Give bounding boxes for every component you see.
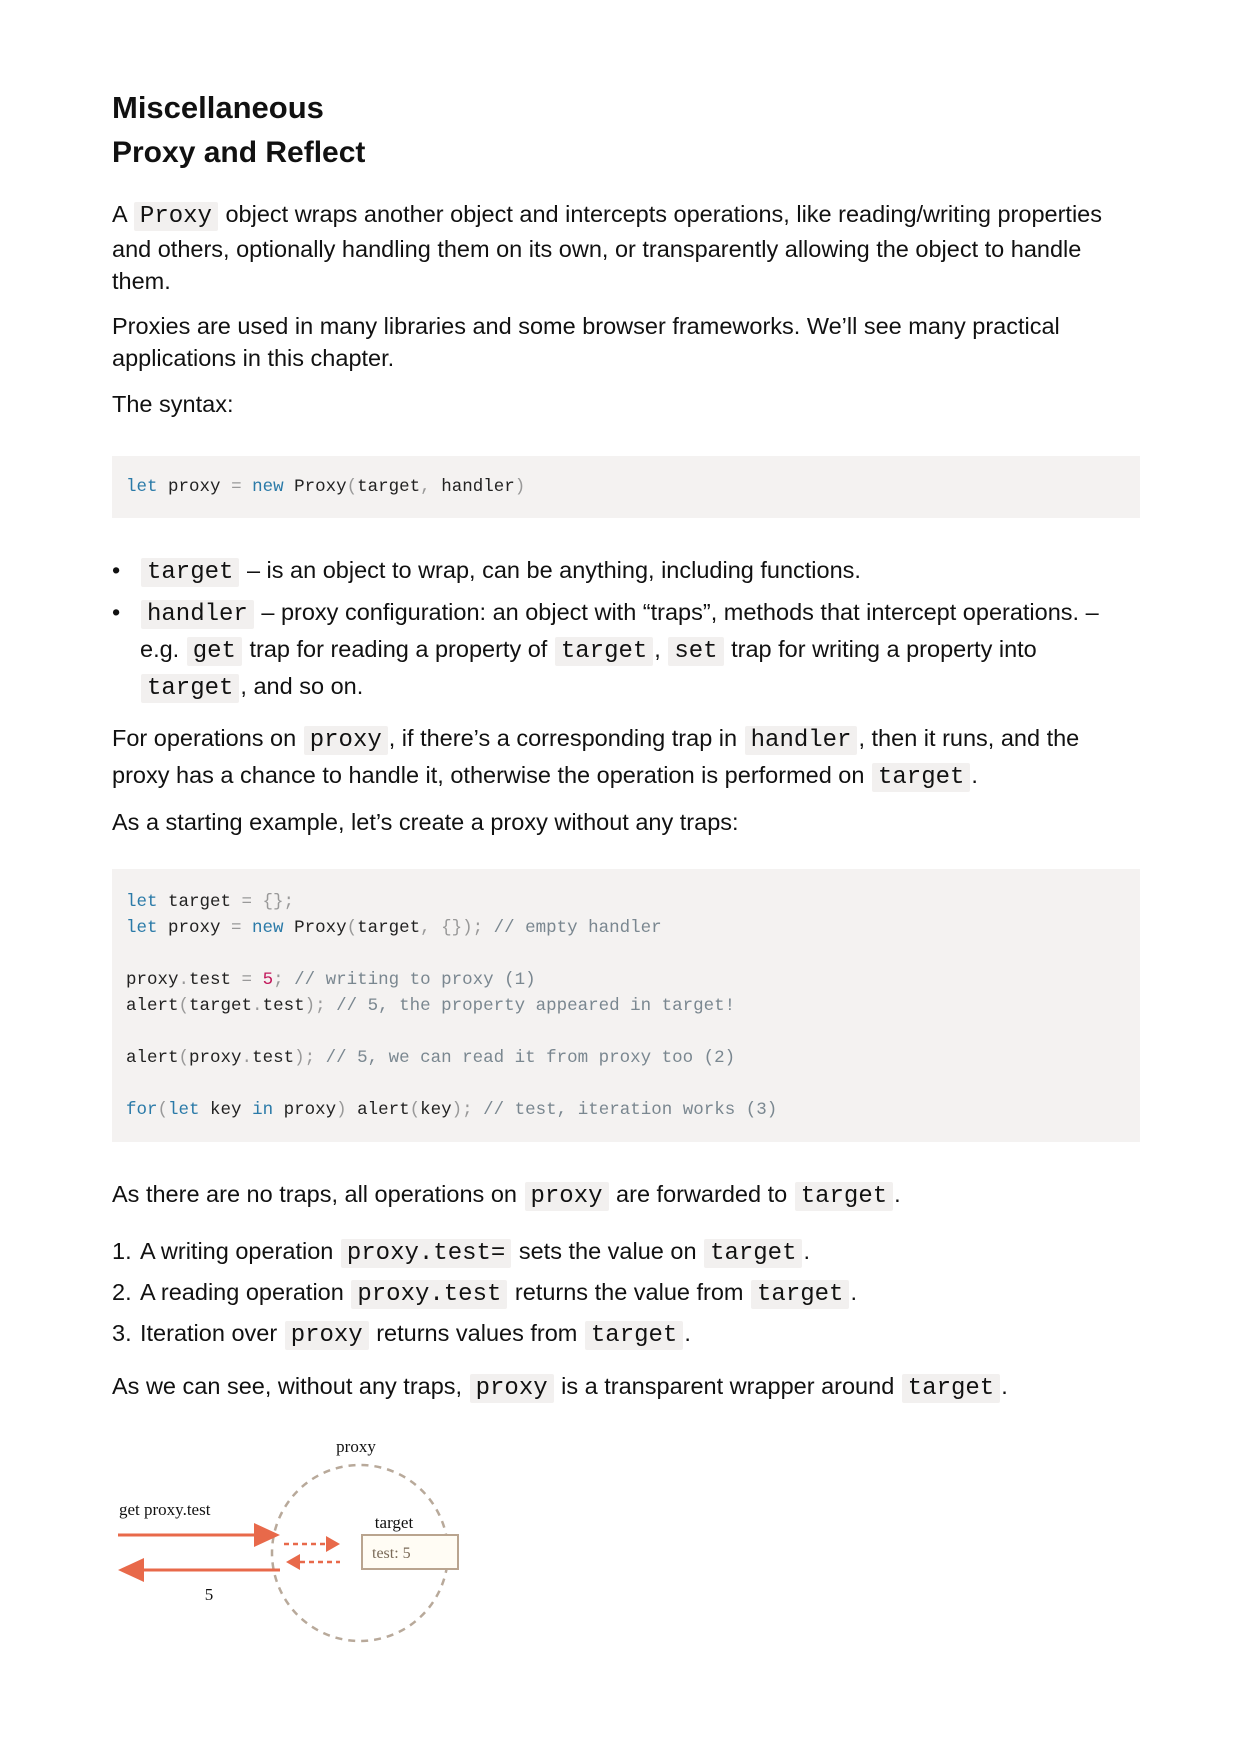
inline-code-target: target xyxy=(751,1280,850,1309)
inline-code: proxy.test xyxy=(351,1280,508,1309)
inline-code: proxy.test= xyxy=(340,1239,512,1268)
diagram-label-get: get proxy.test xyxy=(119,1500,211,1519)
list-item: • handler – proxy configuration: an obje… xyxy=(112,599,1099,703)
inline-code-get: get xyxy=(186,637,242,666)
list-item: 3. Iteration over proxy returns values f… xyxy=(112,1320,691,1350)
inline-code-target: target xyxy=(554,637,654,666)
list-item: 1. A writing operation proxy.test= sets … xyxy=(112,1238,811,1268)
operations-list: 1. A writing operation proxy.test= sets … xyxy=(112,1232,1140,1355)
inline-code-target: target xyxy=(141,558,240,587)
inline-code-set: set xyxy=(668,637,724,666)
code-line: let target = {}; xyxy=(126,892,295,912)
parameter-list: • target – is an object to wrap, can be … xyxy=(112,553,1140,711)
diagram-label-target: target xyxy=(375,1513,414,1532)
inline-code-target: target xyxy=(141,674,240,703)
code-line: for(let key in proxy) alert(key); // tes… xyxy=(126,1100,778,1120)
transparent-wrapper-paragraph: As we can see, without any traps, proxy … xyxy=(112,1373,1008,1403)
diagram-label-value: test: 5 xyxy=(372,1545,411,1562)
inline-code-proxy: proxy xyxy=(524,1182,609,1211)
chapter-title: Proxy and Reflect xyxy=(112,136,366,169)
inline-code-target: target xyxy=(871,763,971,792)
diagram-label-result: 5 xyxy=(205,1585,214,1604)
inline-code-proxy: proxy xyxy=(303,726,388,755)
forward-dashed-arrow xyxy=(284,1536,340,1552)
forwarding-paragraph: As there are no traps, all operations on… xyxy=(112,1181,901,1211)
syntax-label: The syntax: xyxy=(112,391,234,417)
inline-code-proxy: Proxy xyxy=(133,202,218,231)
inline-code-target: target xyxy=(901,1374,1001,1403)
inline-code-proxy: proxy xyxy=(284,1321,369,1350)
get-arrow xyxy=(118,1523,280,1547)
inline-code-handler: handler xyxy=(744,726,858,755)
code-line: alert(proxy.test); // 5, we can read it … xyxy=(126,1048,736,1068)
inline-code-target: target xyxy=(584,1321,684,1350)
list-item: 2. A reading operation proxy.test return… xyxy=(112,1279,857,1309)
example-intro-paragraph: As a starting example, let’s create a pr… xyxy=(112,809,739,835)
list-item: • target – is an object to wrap, can be … xyxy=(112,557,861,587)
operations-paragraph: For operations on proxy, if there’s a co… xyxy=(112,725,1080,792)
inline-code-proxy: proxy xyxy=(469,1374,554,1403)
code-line: let proxy = new Proxy(target, {}); // em… xyxy=(126,918,662,938)
code-line: alert(target.test); // 5, the property a… xyxy=(126,996,736,1016)
section-title: Miscellaneous xyxy=(112,90,324,125)
return-dashed-arrow xyxy=(286,1554,340,1570)
code-line: let proxy = new Proxy(target, handler) xyxy=(126,477,526,497)
proxy-diagram: proxy get proxy.test 5 target test: 5 xyxy=(118,1437,459,1643)
inline-code-target: target xyxy=(704,1239,803,1268)
diagram-label-proxy: proxy xyxy=(336,1437,376,1456)
example-code-block: let target = {}; let proxy = new Proxy(t… xyxy=(112,869,1140,1142)
code-line: proxy.test = 5; // writing to proxy (1) xyxy=(126,970,536,990)
intro-paragraph: A Proxy object wraps another object and … xyxy=(112,201,1102,294)
inline-code-handler: handler xyxy=(141,600,254,629)
syntax-code-block: let proxy = new Proxy(target, handler) xyxy=(112,456,1140,518)
result-arrow xyxy=(118,1558,280,1582)
inline-code-target: target xyxy=(794,1182,894,1211)
proxies-usage-paragraph: Proxies are used in many libraries and s… xyxy=(112,313,1060,371)
